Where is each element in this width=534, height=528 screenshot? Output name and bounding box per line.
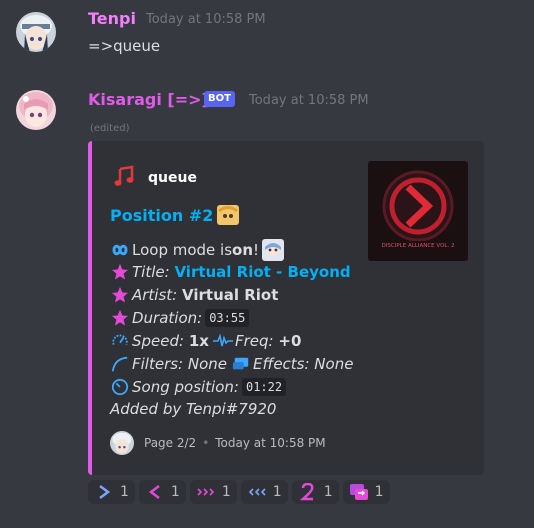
embed-footer: Page 2/2 • Today at 10:58 PM	[110, 431, 326, 455]
speed-line: Speed: 1x Freq: +0	[110, 331, 301, 351]
repeat-icon	[349, 482, 369, 502]
username[interactable]: Kisaragi [=>]	[88, 90, 209, 109]
timestamp: Today at 10:58 PM	[249, 93, 369, 108]
album-thumbnail[interactable]: DISCIPLE ALLIANCE VOL. 2	[368, 161, 468, 261]
star-icon	[110, 262, 130, 282]
anime-girl-emoji-icon	[217, 205, 240, 225]
anime-emoji-icon	[262, 239, 285, 261]
footer-timestamp: Today at 10:58 PM	[215, 436, 326, 450]
message-content: =>queue	[88, 37, 161, 55]
filters-line: Filters: None Effects: None	[110, 354, 353, 374]
username[interactable]: Tenpi	[88, 9, 136, 28]
queue-embed: queue Position #2 Loop mode is on ! Titl…	[88, 141, 484, 475]
reaction-previous[interactable]: 1	[138, 480, 186, 504]
rewind-icon	[247, 482, 267, 502]
fast-forward-icon	[196, 482, 216, 502]
curve-icon	[110, 354, 130, 374]
right-arrow-icon	[94, 482, 114, 502]
song-position-line: Song position: 01:22	[110, 377, 287, 397]
footer-page: Page 2/2	[144, 436, 197, 450]
star-icon	[110, 308, 130, 328]
embed-title: Position #2	[110, 205, 240, 225]
reaction-next[interactable]: 1	[88, 480, 135, 504]
artist-line: Artist: Virtual Riot	[110, 285, 278, 305]
artist-value: Virtual Riot	[182, 286, 279, 304]
left-arrow-icon	[145, 482, 165, 502]
thumbnail-text: DISCIPLE ALLIANCE VOL. 2	[382, 243, 455, 249]
reaction-rewind[interactable]: 1	[240, 480, 288, 504]
reaction-count: 1	[323, 484, 333, 500]
duration-value: 03:55	[205, 309, 250, 327]
reaction-fast-forward[interactable]: 1	[189, 480, 237, 504]
timestamp: Today at 10:58 PM	[146, 12, 266, 27]
speedometer-icon	[110, 331, 130, 351]
reaction-repeat[interactable]: 1	[342, 480, 390, 504]
clock-icon	[110, 377, 130, 397]
number-2-icon	[298, 482, 318, 502]
added-by: Added by Tenpi#7920	[110, 400, 277, 418]
star-icon	[110, 285, 130, 305]
music-note-icon	[112, 165, 136, 189]
loop-line: Loop mode is on !	[110, 239, 285, 261]
reaction-count: 1	[272, 484, 282, 500]
reaction-count: 1	[374, 484, 384, 500]
avatar[interactable]	[16, 12, 56, 52]
reaction-count: 1	[170, 484, 180, 500]
bot-tag: BOT	[204, 91, 235, 107]
footer-separator: •	[202, 436, 210, 450]
edited-indicator: (edited)	[90, 123, 130, 134]
song-title-link[interactable]: Virtual Riot - Beyond	[174, 263, 350, 281]
reaction-count: 1	[221, 484, 231, 500]
waveform-icon	[212, 331, 233, 351]
reactions-bar: 1 1 1 1 1 1	[88, 480, 390, 504]
duration-line: Duration: 03:55	[110, 308, 250, 328]
footer-avatar	[110, 431, 134, 455]
monitor-icon	[231, 354, 251, 374]
song-position-value: 01:22	[241, 378, 287, 396]
infinity-icon	[110, 240, 130, 260]
reaction-page-2[interactable]: 1	[291, 480, 339, 504]
title-line: Title: Virtual Riot - Beyond	[110, 262, 351, 282]
avatar[interactable]	[16, 90, 56, 130]
loop-value: on	[232, 241, 254, 259]
embed-author: queue	[148, 170, 197, 186]
reaction-count: 1	[120, 484, 129, 500]
embed-title-text: Position #2	[110, 205, 214, 225]
